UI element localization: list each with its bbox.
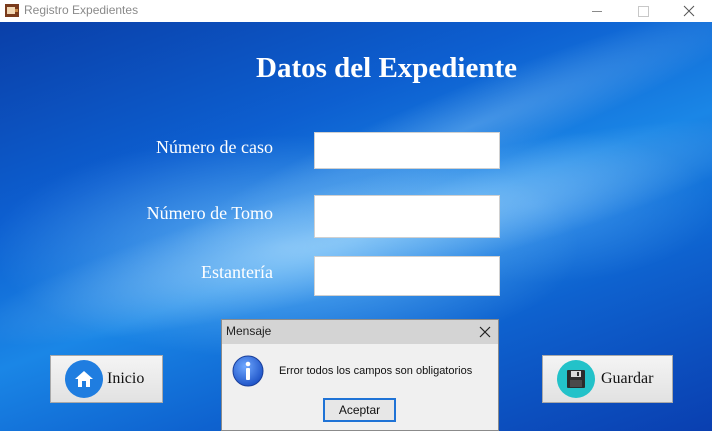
minimize-icon (592, 10, 602, 12)
save-button-label: Guardar (601, 370, 654, 387)
save-button[interactable]: Guardar (542, 355, 673, 403)
message-dialog: Mensaje Error todos los campos son oblig… (221, 319, 499, 431)
maximize-icon (637, 5, 649, 17)
maximize-button[interactable] (620, 0, 666, 22)
shelf-label: Estantería (201, 262, 273, 282)
case-number-input[interactable] (314, 132, 500, 169)
window-title: Registro Expedientes (24, 3, 139, 17)
close-icon (479, 326, 491, 338)
dialog-title: Mensaje (226, 324, 272, 338)
dialog-titlebar: Mensaje (222, 320, 498, 344)
volume-number-label: Número de Tomo (146, 203, 273, 223)
home-button-label: Inicio (107, 370, 145, 387)
accept-button[interactable]: Aceptar (323, 398, 396, 422)
close-icon (683, 5, 695, 17)
case-number-label: Número de caso (156, 137, 273, 157)
shelf-input[interactable] (314, 256, 500, 296)
page-title: Datos del Expediente (256, 52, 517, 84)
info-icon (232, 355, 264, 387)
window-titlebar: Registro Expedientes (0, 0, 712, 22)
dialog-close-button[interactable] (475, 322, 495, 342)
home-button[interactable]: Inicio (50, 355, 163, 403)
floppy-disk-icon (557, 360, 595, 398)
app-icon (4, 3, 20, 18)
volume-number-input[interactable] (314, 195, 500, 238)
close-window-button[interactable] (666, 0, 712, 22)
dialog-message: Error todos los campos son obligatorios (279, 365, 473, 377)
home-icon (65, 360, 103, 398)
minimize-button[interactable] (574, 0, 620, 22)
